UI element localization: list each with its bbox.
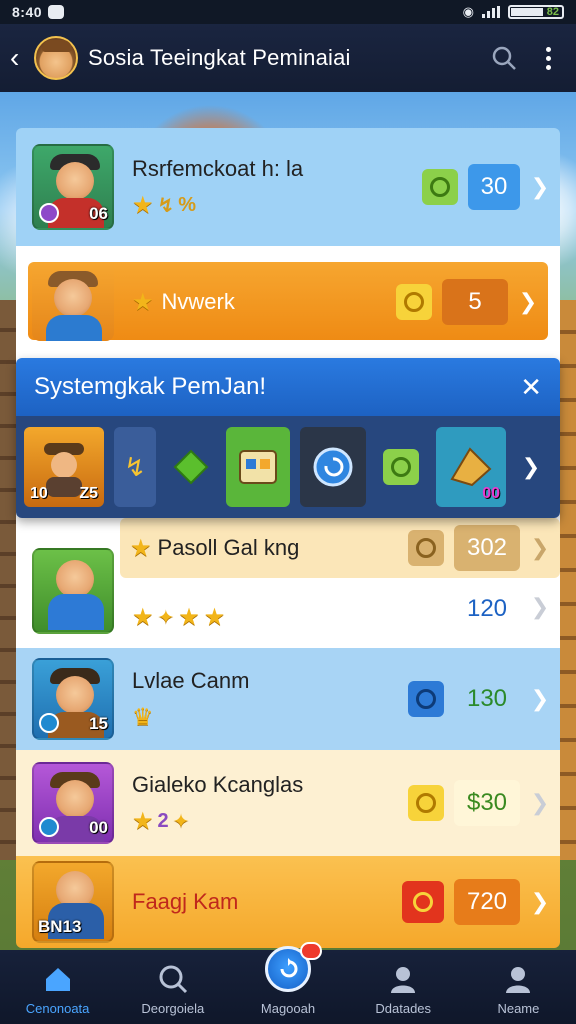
rating-stars: ★ ↯ % xyxy=(132,191,422,219)
tile-level-label: 00 xyxy=(482,485,500,502)
coin-icon xyxy=(408,785,444,821)
wifi-icon: ◉ xyxy=(462,4,474,19)
nav-item-account[interactable]: Neame xyxy=(461,950,576,1024)
player-name: Lvlae Canm xyxy=(132,668,250,693)
home-icon xyxy=(45,968,70,991)
app-header: ‹ Sosia Teeingkat Peminaiai xyxy=(0,24,576,92)
star-count: 2 xyxy=(157,809,169,832)
battery-level: 82 xyxy=(546,6,559,18)
score-value: $30 xyxy=(454,780,520,826)
status-bar: 8:40 ◉ 82 xyxy=(0,0,576,24)
player-portrait: 06 xyxy=(32,144,114,230)
battery-icon: 82 xyxy=(508,5,564,19)
score-value: 130 xyxy=(466,685,508,712)
player-portrait: 15 xyxy=(32,658,114,740)
extra-badge: % xyxy=(178,193,197,216)
avatar[interactable] xyxy=(34,36,78,80)
chevron-right-icon[interactable]: ❯ xyxy=(520,175,560,200)
crown-icon: ♛ xyxy=(132,703,154,731)
list-item[interactable]: 00 Gialeko Kcanglas ★ 2 ✦ $30 ❯ xyxy=(16,750,560,856)
player-portrait: 00 xyxy=(32,762,114,844)
score-value: 720 xyxy=(454,879,520,925)
search-icon xyxy=(159,965,187,994)
bottom-navigation: Cenonoata Deorgoiela Magooah Ddatades Ne… xyxy=(0,942,576,1024)
list-item[interactable]: ★ ✦ ★ ★ 120 ❯ xyxy=(16,534,560,648)
refresh-icon[interactable] xyxy=(300,427,366,507)
lightning-icon[interactable]: ↯ xyxy=(114,427,156,507)
score-value: 30 xyxy=(468,164,520,210)
list-item[interactable]: 06 Rsrfemckoat h: la ★ ↯ % 30 ❯ xyxy=(16,128,560,246)
star-icon: ★ xyxy=(132,288,154,316)
score-value: 5 xyxy=(442,279,508,325)
lightning-icon: ↯ xyxy=(157,194,175,217)
coin-icon xyxy=(396,284,432,320)
leaf-icon[interactable] xyxy=(166,427,216,507)
level-label: 15 xyxy=(89,714,108,733)
search-icon[interactable] xyxy=(486,40,522,76)
notification-badge xyxy=(300,942,322,960)
item-tray: 10 Z5 ↯ 00 ❯ xyxy=(16,416,560,518)
coin-icon[interactable] xyxy=(376,427,426,507)
hero-tile[interactable]: 10 Z5 xyxy=(24,427,104,507)
chevron-right-icon[interactable]: ❯ xyxy=(520,890,560,915)
treasure-map-icon[interactable]: 00 xyxy=(436,427,506,507)
list-item[interactable]: ★ Nvwerk 5 ❯ xyxy=(16,246,560,358)
player-portrait: BN13 xyxy=(32,861,114,943)
nav-label: Neame xyxy=(497,1001,540,1016)
rank-badge-icon xyxy=(39,817,59,837)
user-icon xyxy=(391,967,416,993)
background-wall-right xyxy=(558,300,576,860)
rank-badge-icon xyxy=(39,713,59,733)
chevron-right-icon[interactable]: ❯ xyxy=(520,791,560,816)
status-time: 8:40 xyxy=(12,4,43,20)
player-name: Faagj Kam xyxy=(132,889,239,914)
chevron-right-icon[interactable]: ❯ xyxy=(520,595,560,620)
close-icon[interactable]: ✕ xyxy=(520,372,542,403)
player-name: Rsrfemckoat h: la xyxy=(132,156,304,181)
calendar-icon[interactable] xyxy=(226,427,290,507)
star-icon: ★ xyxy=(132,807,154,835)
player-portrait xyxy=(32,263,114,341)
player-portrait xyxy=(32,548,114,634)
chevron-right-icon[interactable]: ❯ xyxy=(520,687,560,712)
nav-label: Ddatades xyxy=(375,1001,432,1016)
tile-level-label: Z5 xyxy=(79,485,98,502)
star-icon: ★ xyxy=(132,191,154,219)
nav-label: Deorgoiela xyxy=(141,1001,205,1016)
rank-badge-icon xyxy=(39,203,59,223)
back-arrow-icon[interactable]: ‹ xyxy=(10,42,32,74)
player-name: Nvwerk xyxy=(161,289,235,314)
nav-item-center[interactable]: Magooah xyxy=(230,942,345,1024)
coin-icon xyxy=(422,169,458,205)
more-options-icon[interactable] xyxy=(530,40,566,76)
nav-item-home[interactable]: Cenonoata xyxy=(0,950,115,1024)
account-icon xyxy=(506,967,531,993)
system-popup: Systemgkak PemJan! ✕ 10 Z5 ↯ 00 ❯ xyxy=(16,358,560,518)
list-item[interactable]: BN13 Faagj Kam 720 ❯ xyxy=(16,856,560,948)
coin-icon xyxy=(408,681,444,717)
level-label: BN13 xyxy=(38,917,82,936)
rating-stars: ★ ✦ ★ ★ xyxy=(132,603,226,631)
list-item[interactable]: 15 Lvlae Canm ♛ 130 ❯ xyxy=(16,648,560,750)
signal-icon xyxy=(482,6,500,18)
chevron-right-icon[interactable]: ❯ xyxy=(508,290,548,315)
player-name: Gialeko Kcanglas xyxy=(132,772,304,797)
message-notification-icon xyxy=(48,5,65,19)
page-title: Sosia Teeingkat Peminaiai xyxy=(88,45,351,70)
chevron-right-icon[interactable]: ❯ xyxy=(516,455,546,480)
score-value: 120 xyxy=(466,595,508,622)
tile-level-label: 10 xyxy=(30,485,48,502)
level-label: 00 xyxy=(89,818,108,837)
coin-icon xyxy=(402,881,444,923)
popup-title: Systemgkak PemJan! xyxy=(34,373,267,400)
level-label: 06 xyxy=(89,204,108,223)
nav-label: Magooah xyxy=(260,1001,316,1016)
nav-label: Cenonoata xyxy=(25,1001,90,1016)
nav-item-profile[interactable]: Ddatades xyxy=(346,950,461,1024)
nav-item-search[interactable]: Deorgoiela xyxy=(115,950,230,1024)
